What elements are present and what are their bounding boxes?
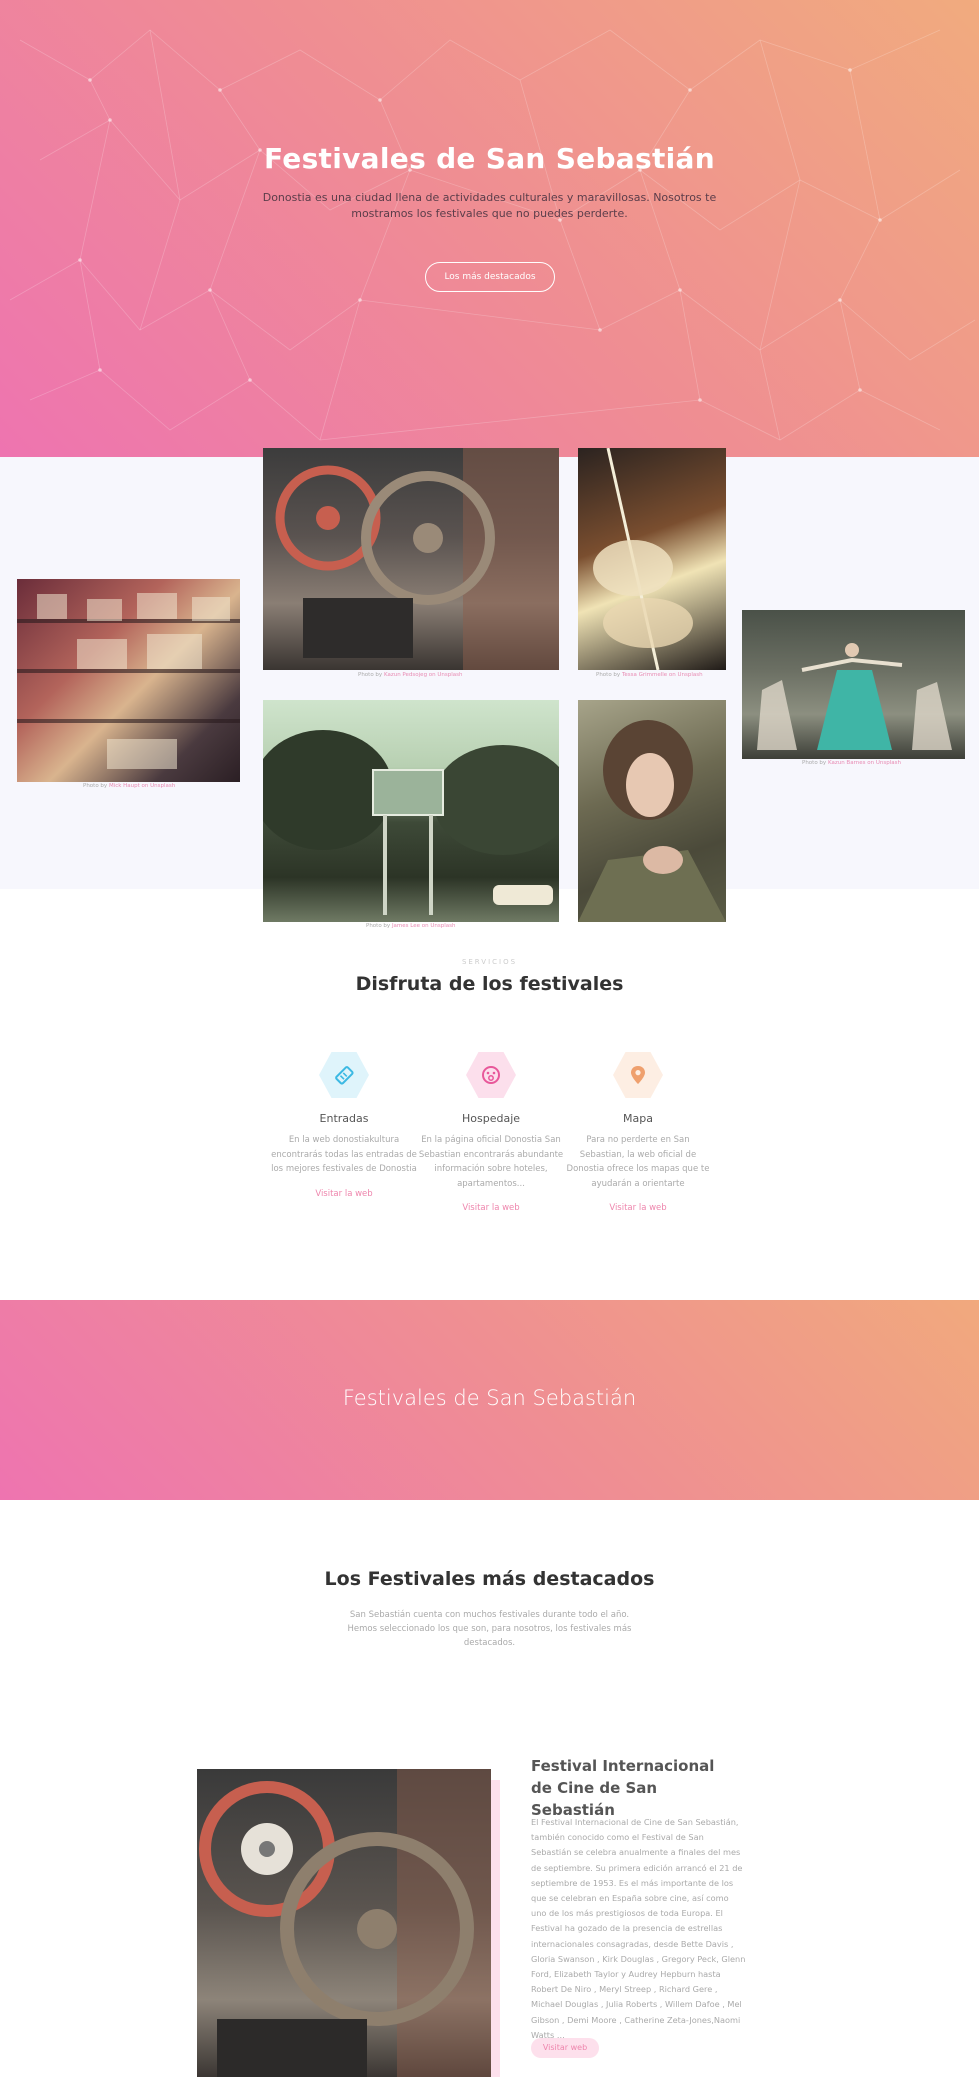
visit-web-link[interactable]: Visitar la web [269, 1189, 419, 1199]
image-accent-bar [491, 1780, 500, 2077]
hero-title: Festivales de San Sebastián [264, 142, 715, 175]
service-name: Mapa [623, 1112, 653, 1125]
services-kicker: SERVICIOS [461, 958, 518, 966]
service-entradas: Entradas En la web donostiakultura encon… [269, 1050, 419, 1199]
ticket-icon [335, 1066, 354, 1085]
featured-festival-title: Festival Internacional de Cine de San Se… [531, 1757, 715, 1819]
caption-link[interactable]: Tessa Grimmelle on Unsplash [622, 672, 703, 678]
visit-web-link[interactable]: Visitar la web [563, 1203, 713, 1213]
hotel-icon [482, 1066, 500, 1084]
hero-section: Festivales de San Sebastián Donostia es … [0, 0, 979, 457]
caption-dancers: Photo by Kazun Barnes on Unsplash [802, 760, 901, 766]
caption-film-reels: Photo by Kazun Pedsojeg on Unsplash [358, 672, 463, 678]
film-reels-large-illustration [199, 1769, 491, 2077]
banner-title: Festivales de San Sebastián [342, 1386, 637, 1410]
caption-link[interactable]: Mick Haupt on Unsplash [109, 783, 175, 789]
service-name: Entradas [319, 1112, 369, 1125]
featured-festivals-title: Los Festivales más destacados [324, 1568, 655, 1590]
visit-web-link[interactable]: Visitar la web [416, 1203, 566, 1213]
service-description: Para no perderte en San Sebastian, la we… [566, 1135, 710, 1189]
featured-festivals-subtitle: San Sebastián cuenta con muchos festival… [347, 1610, 632, 1648]
portrait-illustration [578, 720, 726, 922]
photo-film-reels[interactable] [263, 448, 559, 670]
network-background-graphic [9, 29, 976, 441]
banner-section: Festivales de San Sebastián [0, 1300, 979, 1500]
records-illustration [17, 593, 240, 769]
photo-dancers[interactable] [742, 610, 965, 759]
caption-records: Photo by Mick Haupt on Unsplash [83, 783, 176, 789]
violin-illustration [593, 448, 693, 670]
service-hospedaje: Hospedaje En la página oficial Donostia … [416, 1050, 566, 1213]
service-name: Hospedaje [461, 1112, 521, 1125]
dancers-illustration [757, 643, 952, 750]
featured-festival-image [197, 1769, 491, 2077]
caption-link[interactable]: Kazun Barnes on Unsplash [828, 760, 901, 766]
caption-motel-sign: Photo by James Lee on Unsplash [366, 923, 456, 929]
service-mapa: Mapa Para no perderte en San Sebastian, … [563, 1050, 713, 1213]
service-hex [613, 1052, 663, 1098]
film-reels-illustration [275, 448, 559, 670]
caption-violin: Photo by Tessa Grimmelle on Unsplash [596, 672, 703, 678]
service-hex [319, 1052, 369, 1098]
visit-web-button[interactable]: Visitar web [531, 2038, 599, 2058]
photo-violin[interactable] [578, 448, 726, 670]
photo-records[interactable] [17, 579, 240, 782]
service-description: En la página oficial Donostia San Sebast… [418, 1135, 564, 1189]
hero-subtitle: Donostia es una ciudad llena de activida… [262, 191, 717, 220]
photo-portrait[interactable] [578, 700, 726, 922]
service-description: En la web donostiakultura encontrarás to… [271, 1135, 417, 1174]
services-title: Disfruta de los festivales [355, 973, 624, 995]
caption-link[interactable]: James Lee on Unsplash [392, 923, 456, 929]
map-pin-icon [631, 1066, 645, 1084]
featured-festival-description: El Festival Internacional de Cine de San… [531, 1817, 746, 2040]
highlights-button[interactable]: Los más destacados [425, 262, 555, 292]
service-hex [466, 1052, 516, 1098]
motel-sign-illustration [263, 730, 559, 915]
caption-link[interactable]: Kazun Pedsojeg on Unsplash [384, 672, 463, 678]
photo-motel-sign[interactable] [263, 700, 559, 922]
